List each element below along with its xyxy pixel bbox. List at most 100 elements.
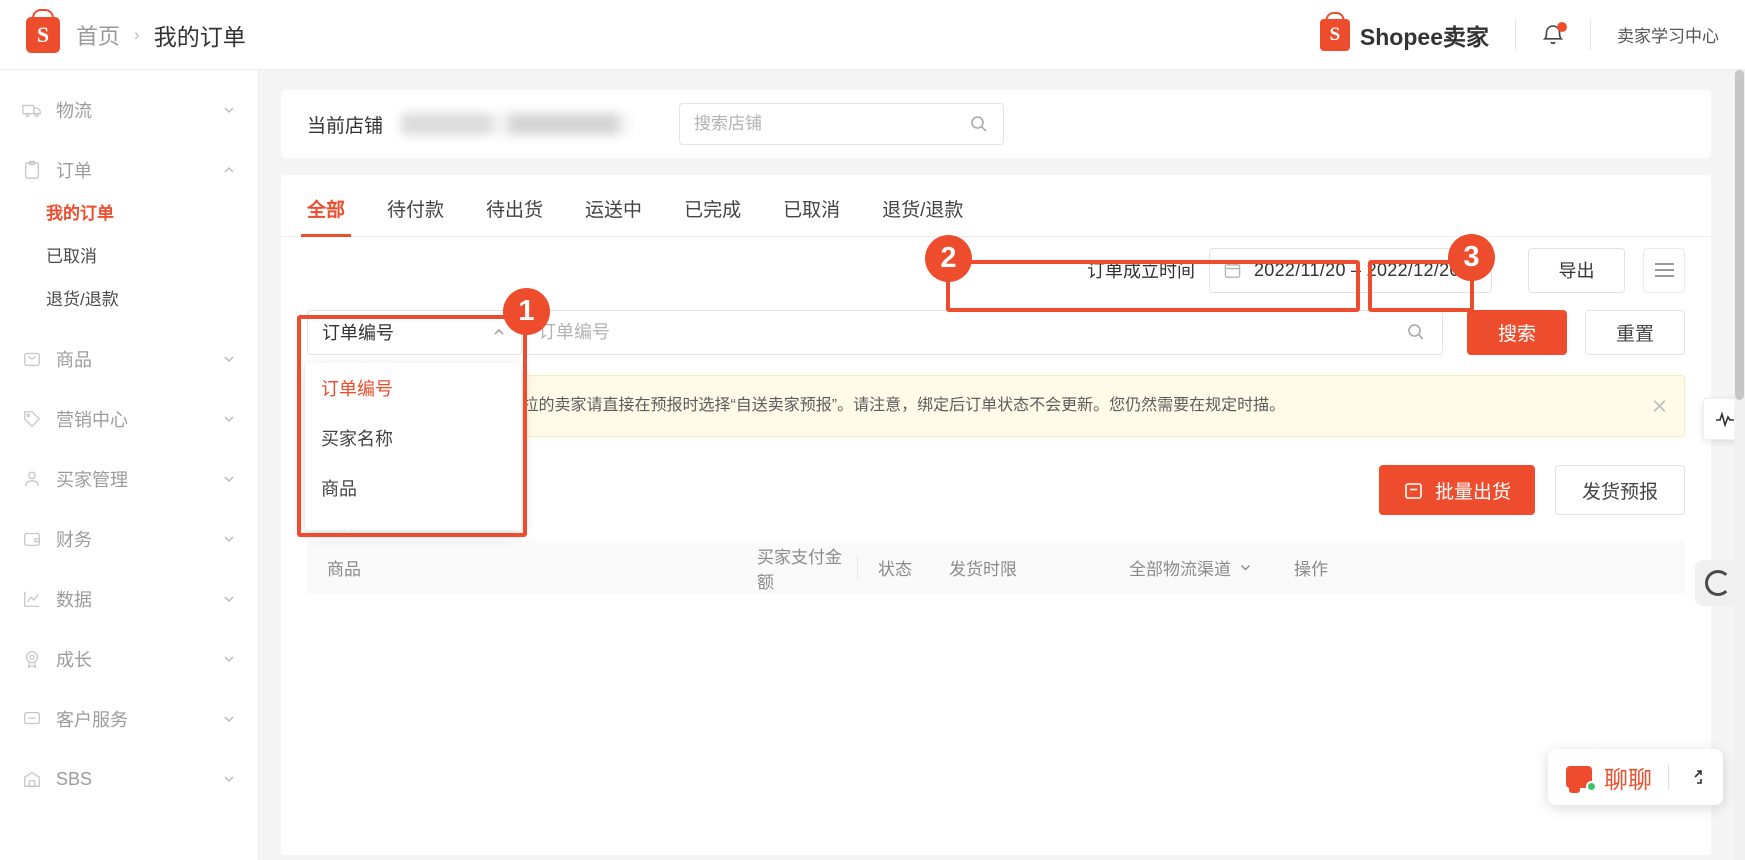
sidebar-item-customer-service[interactable]: 客户服务 <box>0 699 258 739</box>
batch-ship-button[interactable]: 批量出货 <box>1378 465 1535 515</box>
sidebar-label: 买家管理 <box>56 470 128 490</box>
logo-letter: S <box>36 21 50 47</box>
breadcrumb-home[interactable]: 首页 <box>76 19 120 51</box>
sidebar-item-growth[interactable]: 成长 <box>0 639 258 679</box>
chat-bubble-icon <box>1566 766 1597 793</box>
dropdown-option-buyer-name[interactable]: 买家名称 <box>305 413 521 463</box>
sidebar-label: 成长 <box>56 650 92 670</box>
expand-arrow-icon[interactable] <box>1685 767 1705 787</box>
chevron-down-icon <box>222 412 236 426</box>
box-icon <box>1405 482 1422 499</box>
sidebar-item-return-refund[interactable]: 退货/退款 <box>0 276 258 319</box>
order-date-label: 订单成立时间 <box>1087 261 1195 281</box>
order-search-box[interactable] <box>522 309 1443 355</box>
hamburger-icon[interactable] <box>1643 247 1685 293</box>
filter-row-search: 订单编号 搜索 重置 <box>281 303 1711 361</box>
shopee-logo-icon[interactable]: S <box>26 16 60 53</box>
sidebar-item-marketing[interactable]: 营销中心 <box>0 399 258 439</box>
sidebar-item-products[interactable]: 商品 <box>0 339 258 379</box>
column-logistics-label: 全部物流渠道 <box>1129 560 1231 579</box>
chat-label: 聊聊 <box>1604 766 1652 794</box>
chat-widget[interactable]: 聊聊 <box>1548 749 1723 805</box>
page-scrollbar[interactable] <box>1734 70 1745 860</box>
top-bar-right: S Shopee卖家 卖家学习中心 <box>1319 18 1745 52</box>
tab-unpaid[interactable]: 待付款 <box>387 195 444 236</box>
sidebar-label: 物流 <box>56 101 92 121</box>
sidebar-label: 数据 <box>56 590 92 610</box>
filter-row-date: 订单成立时间 2022/11/20 – 2022/12/20 导出 <box>281 237 1711 303</box>
brand-logo-icon: S <box>1319 18 1350 51</box>
breadcrumb-separator-icon: › <box>134 24 140 44</box>
tab-return-refund[interactable]: 退货/退款 <box>882 195 963 236</box>
calendar-icon <box>1224 262 1241 278</box>
callout-badge-2: 2 <box>925 235 972 282</box>
sidebar-item-sbs[interactable]: SBS <box>0 759 258 799</box>
brand-name: Shopee卖家 <box>1359 23 1489 50</box>
bag-icon <box>22 349 42 369</box>
search-type-value: 订单编号 <box>322 323 394 343</box>
seller-learning-center-link[interactable]: 卖家学习中心 <box>1617 22 1719 47</box>
user-icon <box>22 469 42 489</box>
chat-icon <box>22 709 42 729</box>
divider <box>1590 19 1591 50</box>
chevron-down-icon <box>222 712 236 726</box>
truck-icon <box>22 100 42 120</box>
bell-icon[interactable] <box>1542 21 1567 47</box>
sidebar-item-data[interactable]: 数据 <box>0 579 258 619</box>
dropdown-option-product[interactable]: 商品 <box>305 463 521 513</box>
clipboard-icon <box>22 160 42 180</box>
order-search-input[interactable] <box>538 321 1406 343</box>
sidebar-item-my-orders[interactable]: 我的订单 <box>0 190 258 233</box>
warehouse-icon <box>22 769 42 789</box>
close-icon[interactable] <box>1651 398 1668 415</box>
divider <box>1668 764 1669 790</box>
column-status: 状态 <box>857 555 929 580</box>
shipping-forecast-button[interactable]: 发货预报 <box>1554 465 1685 515</box>
tab-to-ship[interactable]: 待出货 <box>486 195 543 236</box>
tab-all[interactable]: 全部 <box>300 195 352 237</box>
order-status-tabs: 全部 待付款 待出货 运送中 已完成 已取消 退货/退款 <box>281 175 1711 237</box>
tab-completed[interactable]: 已完成 <box>684 195 741 236</box>
chevron-down-icon <box>1241 565 1250 571</box>
top-bar: S 首页 › 我的订单 S Shopee卖家 卖家学习中心 <box>0 0 1745 70</box>
sidebar-label: 营销中心 <box>56 410 128 430</box>
orders-table-header: 商品 买家支付金额 状态 发货时限 全部物流渠道 操作 <box>307 541 1685 594</box>
scrollbar-thumb[interactable] <box>1735 70 1744 400</box>
column-logistics-channel[interactable]: 全部物流渠道 <box>1109 555 1274 580</box>
tag-icon <box>22 409 42 429</box>
sidebar-item-finance[interactable]: 财务 <box>0 519 258 559</box>
sidebar-label: SBS <box>56 768 93 789</box>
page-title: 我的订单 <box>153 23 246 50</box>
sidebar-label: 财务 <box>56 530 92 550</box>
chevron-down-icon <box>222 472 236 486</box>
chevron-down-icon <box>222 592 236 606</box>
chevron-up-icon <box>494 328 504 335</box>
medal-icon <box>22 649 42 669</box>
search-icon <box>1408 324 1424 340</box>
search-icon <box>971 116 987 132</box>
callout-badge-1: 1 <box>503 288 550 335</box>
order-date-value: 2022/11/20 – 2022/12/20 <box>1254 259 1460 280</box>
batch-ship-label: 批量出货 <box>1434 481 1511 503</box>
export-button[interactable]: 导出 <box>1528 247 1625 293</box>
notification-dot <box>1557 21 1567 32</box>
sidebar-item-logistics[interactable]: 物流 <box>0 90 258 130</box>
sidebar-label: 商品 <box>56 350 92 370</box>
sidebar: 物流 订单 我的订单 已取消 退货/退款 商品 营销中心 买家管理 财务 数据 … <box>0 70 259 860</box>
dropdown-option-tracking-no[interactable]: 运单号 <box>305 513 521 530</box>
chevron-down-icon <box>222 772 236 786</box>
tab-cancelled[interactable]: 已取消 <box>783 195 840 236</box>
sidebar-item-cancelled[interactable]: 已取消 <box>0 233 258 276</box>
dropdown-option-order-no[interactable]: 订单编号 <box>305 363 521 413</box>
search-button[interactable]: 搜索 <box>1467 309 1567 355</box>
chevron-down-icon <box>222 352 236 366</box>
sidebar-item-orders[interactable]: 订单 <box>0 150 258 190</box>
search-type-dropdown[interactable]: 订单编号 买家名称 商品 运单号 <box>304 363 522 531</box>
search-type-select[interactable]: 订单编号 <box>307 309 522 355</box>
divider <box>1515 19 1516 50</box>
reset-button[interactable]: 重置 <box>1585 309 1685 355</box>
tab-shipping[interactable]: 运送中 <box>585 195 642 236</box>
shop-search-input[interactable] <box>694 114 970 134</box>
shop-search-box[interactable] <box>679 103 1005 145</box>
sidebar-item-buyer-management[interactable]: 买家管理 <box>0 459 258 499</box>
